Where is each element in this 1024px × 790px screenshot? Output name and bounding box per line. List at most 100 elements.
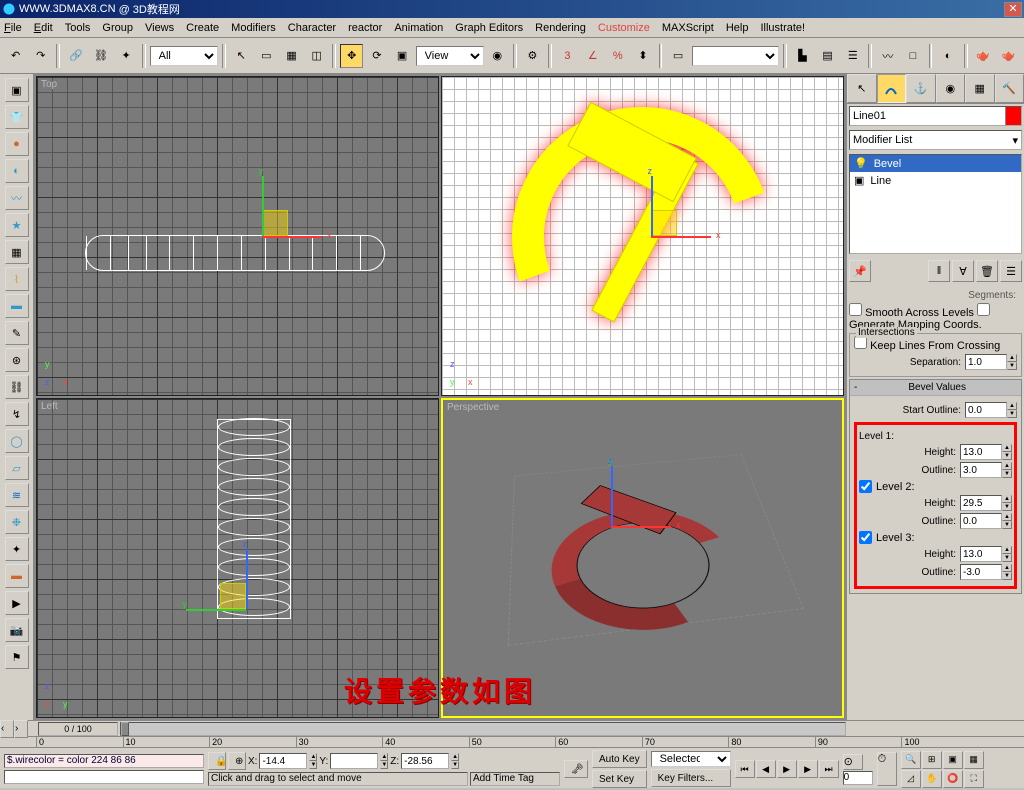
material-button[interactable]: ◐ [936, 44, 959, 68]
mesh-icon[interactable]: ▦ [5, 240, 29, 264]
menu-group[interactable]: Group [102, 22, 133, 34]
box-icon[interactable]: ▬ [5, 564, 29, 588]
menu-customize[interactable]: Customize [598, 22, 650, 34]
hierarchy-tab[interactable]: ⚓ [906, 74, 936, 103]
level1-height-input[interactable] [960, 444, 1002, 460]
rigid-body-icon[interactable]: ▣ [5, 78, 29, 102]
select-button[interactable]: ↖ [230, 44, 253, 68]
snap-button[interactable]: 3 [556, 44, 579, 68]
configure-button[interactable]: ☰ [1000, 260, 1022, 282]
zoom-extents-all-button[interactable]: ▦ [964, 751, 984, 769]
play-button[interactable]: ▶ [777, 760, 797, 778]
viewport-front[interactable]: z x y [441, 76, 844, 396]
key-mode-toggle[interactable]: ⊙ [843, 754, 863, 770]
align-button[interactable]: ▤ [816, 44, 839, 68]
bevel-values-header[interactable]: Bevel Values [850, 380, 1021, 396]
create-tab[interactable]: ↖ [847, 74, 877, 103]
bind-button[interactable]: ✦ [115, 44, 138, 68]
menu-modifiers[interactable]: Modifiers [231, 22, 276, 34]
menu-help[interactable]: Help [726, 22, 749, 34]
separation-input[interactable] [965, 354, 1007, 370]
display-tab[interactable]: ▦ [965, 74, 995, 103]
flag-icon[interactable]: ⚑ [5, 645, 29, 669]
modifier-list-dropdown[interactable]: Modifier List▾ [849, 130, 1022, 150]
pretzel-icon[interactable]: ❉ [5, 510, 29, 534]
zoom-extents-button[interactable]: ▣ [943, 751, 963, 769]
next-frame-button[interactable]: ▶ [798, 760, 818, 778]
zoom-all-button[interactable]: ⊞ [922, 751, 942, 769]
select-region-button[interactable]: ▦ [280, 44, 303, 68]
menu-edit[interactable]: Edit [34, 22, 53, 34]
viewport-top[interactable]: Top y x z [36, 76, 439, 396]
menu-rendering[interactable]: Rendering [535, 22, 586, 34]
camera-icon[interactable]: 📷 [5, 618, 29, 642]
spring-icon[interactable]: ⌇ [5, 267, 29, 291]
link-button[interactable]: 🔗 [64, 44, 87, 68]
modify-tab[interactable] [877, 74, 907, 103]
hinge-icon[interactable]: ⊛ [5, 348, 29, 372]
rope-icon[interactable]: 〰 [5, 186, 29, 210]
menu-character[interactable]: Character [288, 22, 336, 34]
utilities-tab[interactable]: 🔨 [995, 74, 1024, 103]
undo-button[interactable]: ↶ [4, 44, 27, 68]
maximize-button[interactable]: ⛶ [964, 770, 984, 788]
torus-icon[interactable]: ◯ [5, 429, 29, 453]
pencil-icon[interactable]: ✎ [5, 321, 29, 345]
unique-button[interactable]: ∀ [952, 260, 974, 282]
smooth-checkbox[interactable]: Smooth Across Levels [849, 307, 974, 319]
level2-checkbox[interactable]: Level 2: [859, 480, 1012, 493]
scale-button[interactable]: ▣ [391, 44, 414, 68]
level2-height-input[interactable] [960, 495, 1002, 511]
eye-icon[interactable]: 💡 [854, 157, 868, 170]
key-filters-button[interactable]: Key Filters... [651, 769, 731, 787]
motion-tab[interactable]: ◉ [936, 74, 966, 103]
autokey-button[interactable]: Auto Key [592, 750, 647, 768]
level3-checkbox[interactable]: Level 3: [859, 531, 1012, 544]
close-button[interactable]: ✕ [1004, 2, 1022, 17]
color-swatch[interactable] [1005, 107, 1021, 125]
angle-snap-button[interactable]: ∠ [581, 44, 604, 68]
render-scene-button[interactable]: 🫖 [972, 44, 995, 68]
coord-z[interactable] [401, 753, 449, 769]
maxscript-input[interactable] [4, 770, 204, 784]
cylinder-icon[interactable]: ▬ [5, 294, 29, 318]
setkey-button[interactable]: Set Key [592, 770, 647, 788]
fov-button[interactable]: ◿ [901, 770, 921, 788]
level3-outline-input[interactable] [960, 564, 1002, 580]
keep-lines-checkbox[interactable]: Keep Lines From Crossing [854, 340, 1000, 352]
preview-icon[interactable]: ▶ [5, 591, 29, 615]
level2-outline-input[interactable] [960, 513, 1002, 529]
menu-create[interactable]: Create [186, 22, 219, 34]
water-icon[interactable]: ≋ [5, 483, 29, 507]
time-slider[interactable] [120, 722, 846, 736]
redo-button[interactable]: ↷ [29, 44, 52, 68]
star-icon[interactable]: ★ [5, 213, 29, 237]
add-time-tag[interactable]: Add Time Tag [470, 772, 560, 786]
selection-set-dropdown[interactable]: All [150, 46, 218, 66]
timeline-prev[interactable]: ‹ [0, 720, 14, 738]
start-outline-input[interactable] [965, 402, 1007, 418]
spinner-snap-button[interactable]: ⬍ [631, 44, 654, 68]
timeline-next[interactable]: › [14, 720, 28, 738]
prev-frame-button[interactable]: ◀ [756, 760, 776, 778]
menu-illustrate[interactable]: Illustrate! [760, 22, 805, 34]
key-mode-dropdown[interactable]: Selected [651, 751, 731, 767]
remove-mod-button[interactable]: 🗑 [976, 260, 998, 282]
coord-y[interactable] [330, 753, 378, 769]
menu-reactor[interactable]: reactor [348, 22, 382, 34]
time-ruler[interactable]: 0102030405060708090100 [0, 737, 1024, 748]
pan-button[interactable]: ✋ [922, 770, 942, 788]
cloth-icon[interactable]: 👕 [5, 105, 29, 129]
zoom-button[interactable]: 🔍 [901, 751, 921, 769]
menu-graph[interactable]: Graph Editors [455, 22, 523, 34]
lock-button[interactable]: 🔒 [208, 752, 226, 770]
sphere-icon[interactable]: ● [5, 132, 29, 156]
pivot-button[interactable]: ◉ [486, 44, 509, 68]
rotate-button[interactable]: ⟳ [365, 44, 388, 68]
abs-rel-button[interactable]: ⊕ [228, 752, 246, 770]
menu-file[interactable]: FFileile [4, 22, 22, 34]
goto-end-button[interactable]: ⏭ [819, 760, 839, 778]
plane-icon[interactable]: ▱ [5, 456, 29, 480]
menu-views[interactable]: Views [145, 22, 174, 34]
menu-maxscript[interactable]: MAXScript [662, 22, 714, 34]
